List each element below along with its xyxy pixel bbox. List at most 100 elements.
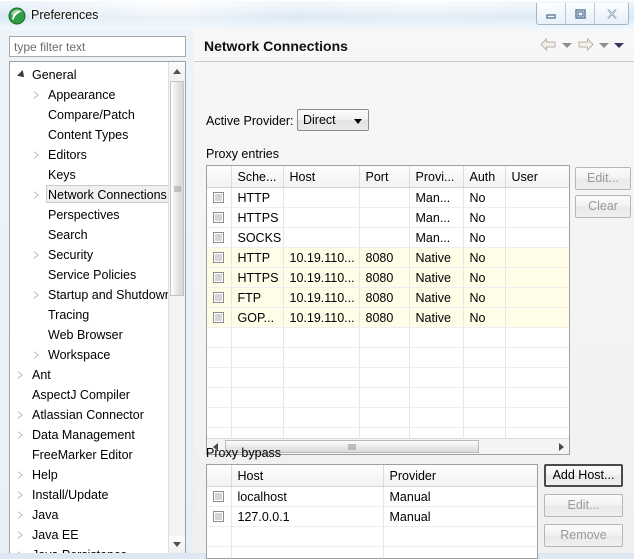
- proxy-bypass-table[interactable]: HostProviderlocalhostManual127.0.0.1Manu…: [206, 464, 538, 559]
- add-host-button[interactable]: Add Host...: [544, 464, 623, 487]
- row-checkbox-cell[interactable]: [207, 228, 231, 248]
- row-checkbox-cell[interactable]: [207, 208, 231, 228]
- column-header-auth[interactable]: Auth: [463, 166, 505, 188]
- sidebar-item-ant[interactable]: Ant: [10, 365, 170, 385]
- column-header-provi[interactable]: Provi...: [409, 166, 463, 188]
- row-checkbox-cell[interactable]: [207, 188, 231, 208]
- back-arrow-icon[interactable]: [540, 38, 557, 53]
- proxy-edit-button[interactable]: Edit...: [575, 167, 631, 190]
- row-checkbox-cell[interactable]: [207, 507, 231, 527]
- row-checkbox-cell[interactable]: [207, 308, 231, 328]
- tree-collapsed-icon[interactable]: [34, 291, 39, 299]
- sidebar-item-perspectives[interactable]: Perspectives: [10, 205, 170, 225]
- tree-collapsed-icon[interactable]: [34, 351, 39, 359]
- tree-scroll-thumb[interactable]: [170, 81, 184, 296]
- tree-collapsed-icon[interactable]: [18, 371, 23, 379]
- sidebar-item-web-browser[interactable]: Web Browser: [10, 325, 170, 345]
- sidebar-item-atlassian-connector[interactable]: Atlassian Connector: [10, 405, 170, 425]
- active-provider-select[interactable]: Direct: [297, 109, 369, 131]
- checkbox-icon[interactable]: [213, 511, 224, 522]
- tree-collapsed-icon[interactable]: [34, 91, 39, 99]
- table-row[interactable]: 127.0.0.1Manual: [207, 507, 538, 527]
- proxy-clear-button[interactable]: Clear: [575, 195, 631, 218]
- preferences-tree[interactable]: GeneralAppearanceCompare/PatchContent Ty…: [9, 61, 186, 553]
- sidebar-item-workspace[interactable]: Workspace: [10, 345, 170, 365]
- sidebar-item-help[interactable]: Help: [10, 465, 170, 485]
- checkbox-icon[interactable]: [213, 312, 224, 323]
- sidebar-item-aspectj-compiler[interactable]: AspectJ Compiler: [10, 385, 170, 405]
- checkbox-icon[interactable]: [213, 212, 224, 223]
- view-menu-chevron-down-icon[interactable]: [614, 43, 624, 48]
- column-header-port[interactable]: Port: [359, 166, 409, 188]
- forward-history-chevron-down-icon[interactable]: [599, 43, 609, 48]
- column-header-check[interactable]: [207, 166, 231, 188]
- sidebar-item-java[interactable]: Java: [10, 505, 170, 525]
- sidebar-item-editors[interactable]: Editors: [10, 145, 170, 165]
- tree-collapsed-icon[interactable]: [18, 491, 23, 499]
- maximize-button[interactable]: [566, 3, 595, 24]
- table-row[interactable]: HTTPS10.19.110...8080NativeNo: [207, 268, 569, 288]
- scroll-up-icon[interactable]: [169, 62, 185, 79]
- sidebar-item-security[interactable]: Security: [10, 245, 170, 265]
- row-checkbox-cell[interactable]: [207, 248, 231, 268]
- search-input[interactable]: [10, 37, 185, 56]
- sidebar-item-install-update[interactable]: Install/Update: [10, 485, 170, 505]
- column-header-host[interactable]: Host: [283, 166, 359, 188]
- tree-expanded-icon[interactable]: [17, 70, 27, 80]
- checkbox-icon[interactable]: [213, 192, 224, 203]
- tree-collapsed-icon[interactable]: [18, 411, 23, 419]
- sidebar-item-keys[interactable]: Keys: [10, 165, 170, 185]
- tree-collapsed-icon[interactable]: [34, 151, 39, 159]
- checkbox-icon[interactable]: [213, 232, 224, 243]
- minimize-button[interactable]: [537, 3, 566, 24]
- row-checkbox-cell[interactable]: [207, 268, 231, 288]
- back-history-chevron-down-icon[interactable]: [562, 43, 572, 48]
- tree-collapsed-icon[interactable]: [18, 431, 23, 439]
- tree-collapsed-icon[interactable]: [34, 191, 39, 199]
- checkbox-icon[interactable]: [213, 252, 224, 263]
- tree-collapsed-icon[interactable]: [18, 531, 23, 539]
- sidebar-item-data-management[interactable]: Data Management: [10, 425, 170, 445]
- sidebar-item-service-policies[interactable]: Service Policies: [10, 265, 170, 285]
- table-row[interactable]: GOP...10.19.110...8080NativeNo: [207, 308, 569, 328]
- column-header-sche[interactable]: Sche...: [231, 166, 283, 188]
- column-header-host[interactable]: Host: [231, 465, 383, 487]
- table-row[interactable]: HTTPMan...No: [207, 188, 569, 208]
- bypass-edit-button[interactable]: Edit...: [544, 494, 623, 517]
- tree-vertical-scrollbar[interactable]: [168, 62, 185, 553]
- checkbox-icon[interactable]: [213, 272, 224, 283]
- table-row[interactable]: HTTPSMan...No: [207, 208, 569, 228]
- filter-textbox[interactable]: [9, 36, 186, 57]
- sidebar-item-tracing[interactable]: Tracing: [10, 305, 170, 325]
- forward-arrow-icon[interactable]: [577, 38, 594, 53]
- tree-collapsed-icon[interactable]: [34, 251, 39, 259]
- sidebar-item-network-connections[interactable]: Network Connections: [10, 185, 170, 205]
- row-checkbox-cell[interactable]: [207, 288, 231, 308]
- sidebar-item-search[interactable]: Search: [10, 225, 170, 245]
- checkbox-icon[interactable]: [213, 491, 224, 502]
- tree-collapsed-icon[interactable]: [18, 511, 23, 519]
- sidebar-item-compare-patch[interactable]: Compare/Patch: [10, 105, 170, 125]
- checkbox-icon[interactable]: [213, 292, 224, 303]
- sidebar-item-java-persistence[interactable]: Java Persistence: [10, 545, 170, 553]
- scroll-right-icon[interactable]: [553, 439, 569, 454]
- column-header-user[interactable]: User: [505, 166, 569, 188]
- tree-collapsed-icon[interactable]: [18, 471, 23, 479]
- sidebar-item-content-types[interactable]: Content Types: [10, 125, 170, 145]
- sidebar-item-freemarker-editor[interactable]: FreeMarker Editor: [10, 445, 170, 465]
- sidebar-item-startup-and-shutdown[interactable]: Startup and Shutdown: [10, 285, 170, 305]
- table-row[interactable]: SOCKSMan...No: [207, 228, 569, 248]
- close-button[interactable]: [595, 3, 628, 24]
- sidebar-item-general[interactable]: General: [10, 65, 170, 85]
- table-row[interactable]: FTP10.19.110...8080NativeNo: [207, 288, 569, 308]
- row-checkbox-cell[interactable]: [207, 487, 231, 507]
- column-header-provider[interactable]: Provider: [383, 465, 538, 487]
- column-header-check[interactable]: [207, 465, 231, 487]
- proxy-entries-table[interactable]: Sche...HostPortProvi...AuthUserHTTPMan..…: [206, 165, 570, 455]
- sidebar-item-appearance[interactable]: Appearance: [10, 85, 170, 105]
- bypass-remove-button[interactable]: Remove: [544, 524, 623, 547]
- sidebar-item-java-ee[interactable]: Java EE: [10, 525, 170, 545]
- scroll-down-icon[interactable]: [169, 536, 185, 553]
- table-row[interactable]: HTTP10.19.110...8080NativeNo: [207, 248, 569, 268]
- table-row[interactable]: localhostManual: [207, 487, 538, 507]
